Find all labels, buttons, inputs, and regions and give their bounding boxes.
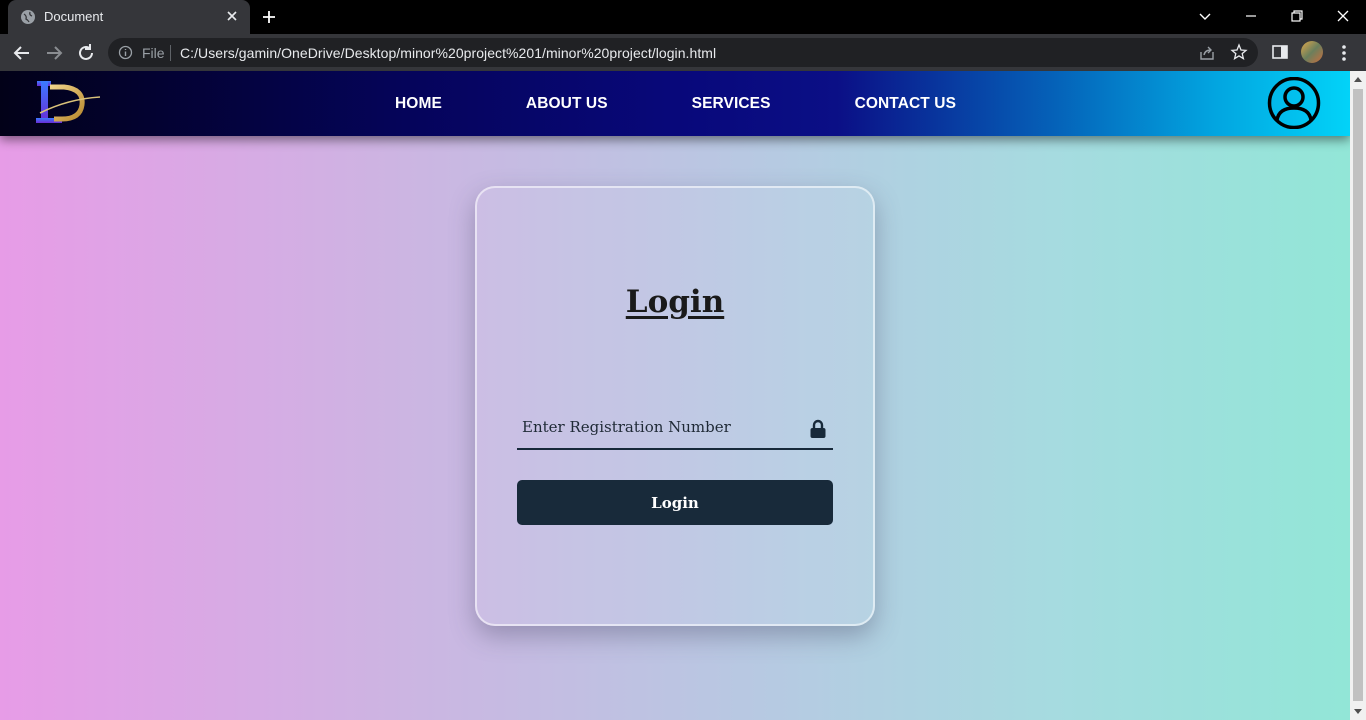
more-menu-icon[interactable] <box>1336 42 1352 64</box>
nav-contact-us-link[interactable]: CONTACT US <box>855 95 956 113</box>
login-button[interactable]: Login <box>517 480 833 525</box>
scrollbar-thumb[interactable] <box>1353 89 1363 701</box>
nav-home-link[interactable]: HOME <box>395 95 442 113</box>
nav-about-us-link[interactable]: ABOUT US <box>526 95 608 113</box>
info-icon[interactable] <box>118 45 133 60</box>
tab-title: Document <box>44 9 104 24</box>
forward-arrow-icon[interactable] <box>43 42 65 64</box>
browser-tab[interactable]: Document <box>8 0 250 34</box>
lock-icon <box>809 419 827 439</box>
page-viewport: HOME ABOUT US SERVICES CONTACT US Login <box>0 71 1350 720</box>
profile-avatar[interactable] <box>1301 41 1323 63</box>
scroll-up-arrow-icon[interactable] <box>1354 77 1362 82</box>
close-tab-icon[interactable] <box>224 8 240 24</box>
back-arrow-icon[interactable] <box>11 42 33 64</box>
nav-services-link[interactable]: SERVICES <box>692 95 771 113</box>
url-scheme-label: File <box>142 45 165 61</box>
login-card: Login Login <box>475 186 875 626</box>
tab-search-chevron-icon[interactable] <box>1195 6 1215 26</box>
divider <box>170 45 171 61</box>
page-scrollbar[interactable] <box>1350 71 1366 720</box>
bookmark-star-icon[interactable] <box>1230 43 1248 61</box>
close-window-icon[interactable] <box>1333 6 1353 26</box>
browser-tab-strip: Document <box>0 0 1366 34</box>
globe-icon <box>21 10 35 24</box>
restore-icon[interactable] <box>1287 6 1307 26</box>
registration-field <box>517 412 833 450</box>
address-toolbar: File C:/Users/gamin/OneDrive/Desktop/min… <box>0 34 1366 71</box>
registration-number-input[interactable] <box>517 412 797 442</box>
site-navbar: HOME ABOUT US SERVICES CONTACT US <box>0 71 1350 136</box>
reload-icon[interactable] <box>75 42 97 64</box>
side-panel-icon[interactable] <box>1271 43 1289 61</box>
address-bar[interactable]: File C:/Users/gamin/OneDrive/Desktop/min… <box>108 38 1258 67</box>
minimize-icon[interactable] <box>1241 6 1261 26</box>
scroll-down-arrow-icon[interactable] <box>1354 709 1362 714</box>
site-logo[interactable] <box>34 79 102 127</box>
login-heading: Login <box>625 284 725 320</box>
main-menu: HOME ABOUT US SERVICES CONTACT US <box>395 71 956 136</box>
new-tab-icon[interactable] <box>260 8 278 26</box>
url-text[interactable]: C:/Users/gamin/OneDrive/Desktop/minor%20… <box>180 45 716 61</box>
user-circle-icon[interactable] <box>1263 76 1325 130</box>
share-icon[interactable] <box>1198 44 1216 62</box>
